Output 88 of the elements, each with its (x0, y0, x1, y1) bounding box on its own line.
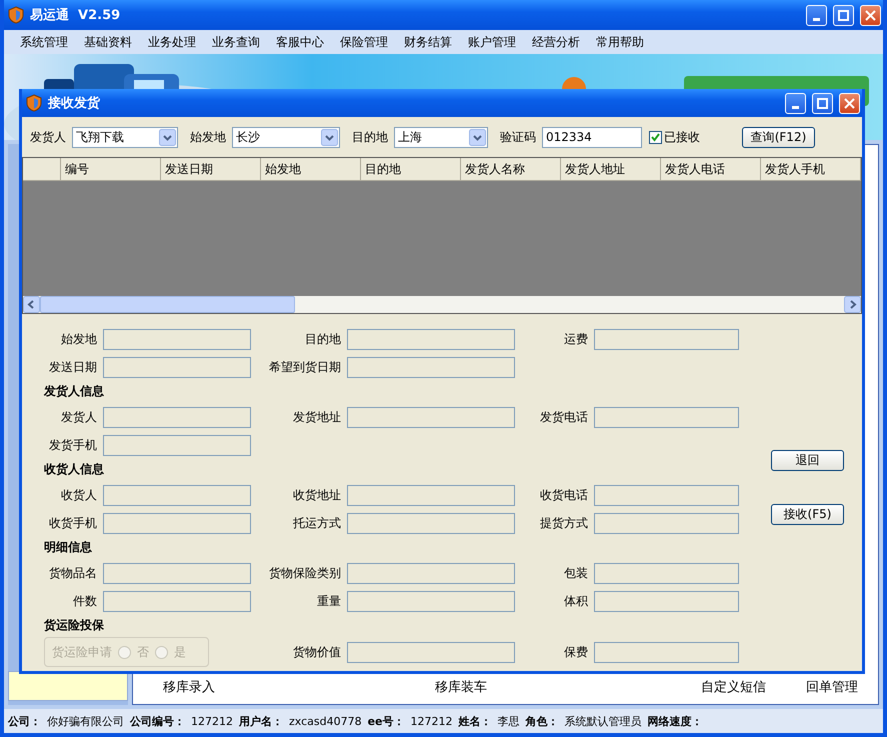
field-label: 收货手机 (48, 514, 97, 532)
field-label: 目的地 (304, 330, 341, 348)
status-label: 姓名： (458, 714, 492, 728)
field-label: 收货电话 (539, 486, 588, 504)
minimize-icon (813, 18, 820, 20)
menu-item[interactable]: 账户管理 (460, 34, 524, 50)
minimize-button[interactable] (785, 92, 806, 114)
status-label: 公司编号： (130, 714, 185, 728)
status-value: 127212 (191, 714, 233, 728)
minimize-button[interactable] (806, 4, 827, 26)
minimize-icon (792, 106, 799, 108)
field-label: 提货方式 (539, 514, 588, 532)
status-value: 系统默认管理员 (564, 714, 642, 728)
menu-item[interactable]: 基础资料 (76, 34, 140, 50)
dialog-title: 接收发货 (48, 94, 101, 112)
field-label: 收货人 (60, 486, 97, 504)
field-label: 货物价值 (292, 644, 341, 660)
filter-label: 目的地 (352, 128, 388, 146)
section-heading: 发货人信息 (42, 383, 105, 400)
section-heading: 货运险投保 (43, 617, 105, 634)
input-field[interactable]: 012334 (542, 126, 642, 148)
module-link[interactable]: 移库装车 (435, 678, 487, 696)
status-label: 角色： (526, 714, 559, 728)
window-title: 易运通 V2.59 (30, 7, 122, 24)
action-button[interactable]: 接收(F5) (771, 504, 844, 525)
maximize-button[interactable] (812, 92, 833, 114)
field-label: 货物品名 (48, 564, 97, 582)
field-label: 运费 (563, 330, 588, 348)
menu-item[interactable]: 业务处理 (140, 34, 204, 50)
close-icon (844, 98, 855, 108)
maximize-icon (838, 10, 849, 20)
filter-label: 始发地 (190, 128, 226, 146)
menu-item[interactable]: 系统管理 (12, 34, 76, 50)
status-label: 公司： (8, 714, 41, 728)
field-label: 收货地址 (292, 486, 341, 504)
module-link[interactable]: 自定义短信 (701, 678, 766, 696)
field-label: 发货人 (60, 408, 97, 426)
status-value: 127212 (410, 714, 453, 728)
field-label: 发货地址 (292, 408, 341, 426)
shield-icon (8, 6, 24, 24)
module-link[interactable]: 回单管理 (806, 678, 858, 696)
menu-item[interactable]: 常用帮助 (588, 34, 652, 50)
status-label: 网络速度： (648, 714, 703, 728)
dropdown[interactable]: 飞翔下载 (72, 126, 178, 148)
action-button[interactable]: 退回 (771, 450, 844, 471)
menu-item[interactable]: 财务结算 (396, 34, 460, 50)
field-label: 发货电话 (539, 408, 588, 426)
field-label: 货物保险类别 (268, 564, 341, 582)
close-button[interactable] (839, 92, 860, 114)
field-label: 发货手机 (48, 436, 97, 454)
field-label: 件数 (72, 592, 97, 610)
dropdown[interactable]: 上海 (394, 126, 488, 148)
field-label: 体积 (563, 592, 588, 610)
menu-item[interactable]: 保险管理 (332, 34, 396, 50)
field-label: 希望到货日期 (268, 358, 341, 376)
status-label: ee号： (368, 714, 405, 728)
group-label: 货运险申请 (52, 644, 112, 660)
close-icon (865, 10, 876, 20)
status-value: 你好骗有限公司 (47, 714, 124, 728)
field-label: 托运方式 (292, 514, 341, 532)
field-label: 包装 (563, 564, 588, 582)
checkbox[interactable] (649, 130, 662, 144)
field-label: 始发地 (60, 330, 97, 348)
menu-item[interactable]: 经营分析 (524, 34, 588, 50)
scroll-left-icon[interactable] (23, 296, 40, 313)
filter-label: 验证码 (500, 128, 536, 146)
horizontal-scrollbar[interactable] (23, 296, 861, 313)
section-heading: 收货人信息 (43, 461, 105, 478)
filter-label: 发货人 (30, 128, 66, 146)
dropdown[interactable]: 长沙 (232, 126, 340, 148)
maximize-button[interactable] (833, 4, 854, 26)
field-label: 重量 (316, 592, 341, 610)
scrollbar-thumb[interactable] (40, 296, 295, 313)
menu-item[interactable]: 业务查询 (204, 34, 268, 50)
field-label: 保费 (563, 644, 588, 660)
status-label: 用户名： (239, 714, 283, 728)
menu-item[interactable]: 客服中心 (268, 34, 332, 50)
shield-icon (26, 94, 42, 112)
module-link[interactable]: 移库录入 (163, 678, 215, 696)
status-value: zxcasd40778 (289, 714, 362, 728)
scroll-right-icon[interactable] (844, 296, 861, 313)
query-button[interactable]: 查询(F12) (742, 126, 815, 148)
checkbox-label[interactable]: 已接收 (664, 128, 700, 146)
field-label: 发送日期 (48, 358, 97, 376)
maximize-icon (817, 98, 828, 108)
section-heading: 明细信息 (43, 539, 93, 556)
close-button[interactable] (860, 4, 881, 26)
status-value: 李思 (498, 714, 520, 728)
